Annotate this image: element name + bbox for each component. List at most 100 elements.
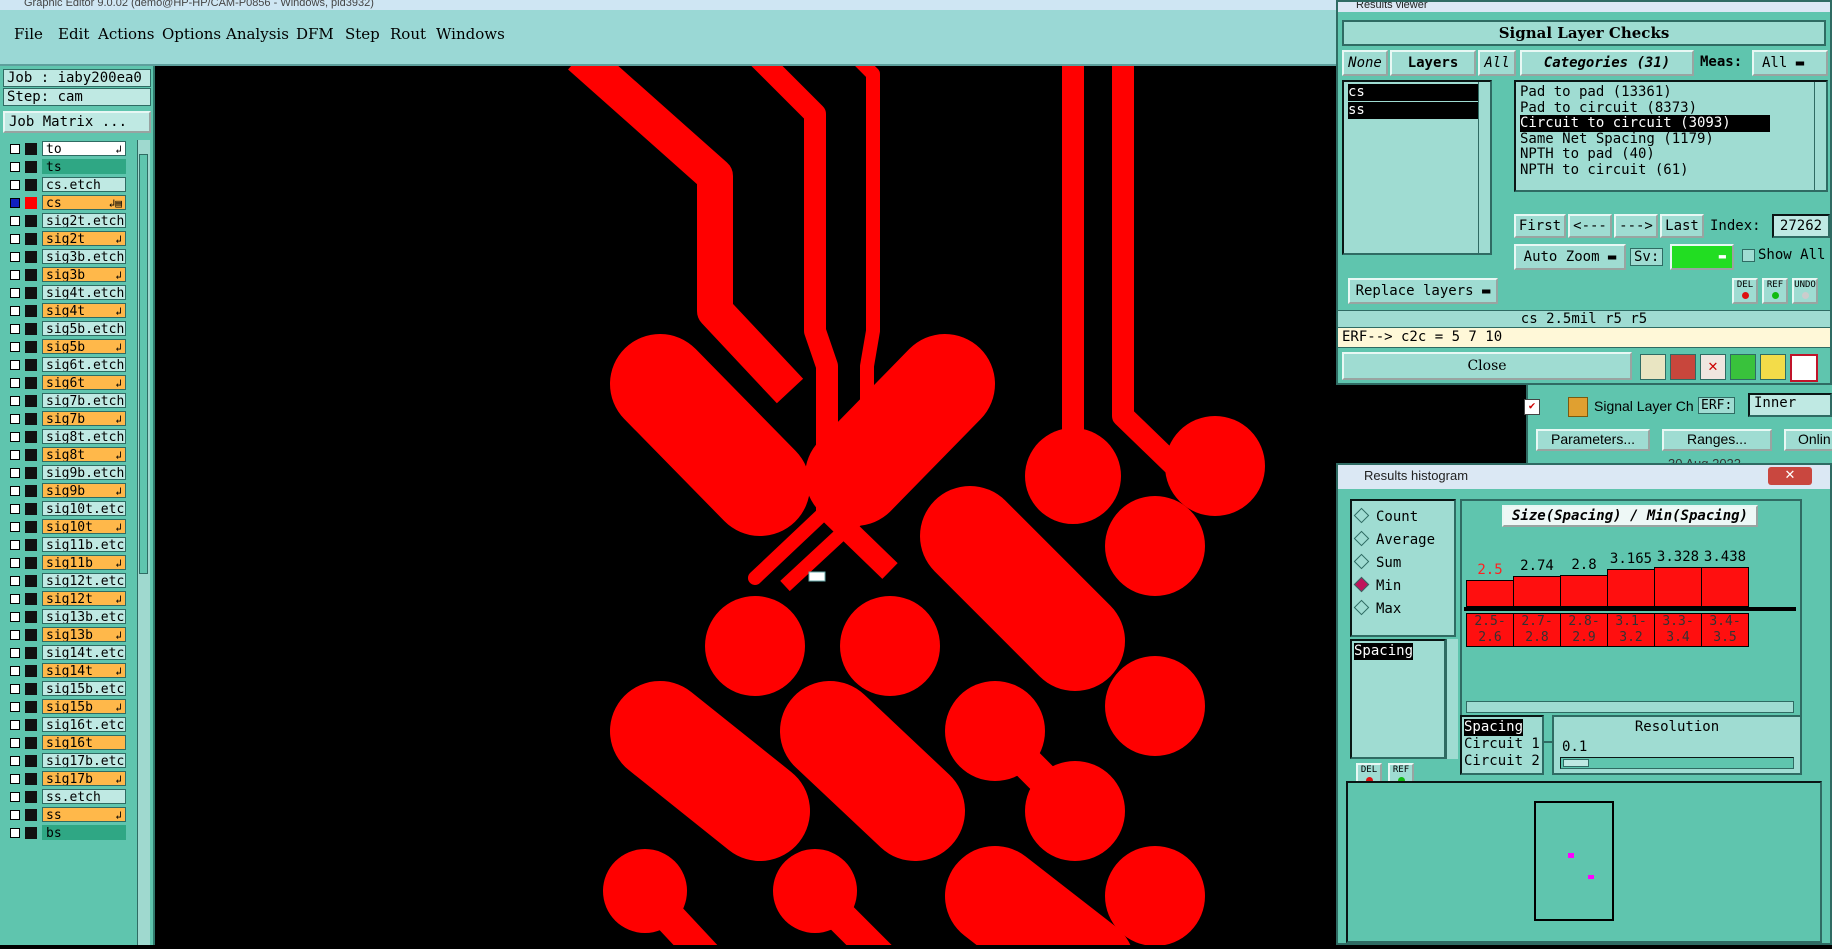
erf-input[interactable]: Inner (1748, 393, 1832, 417)
show-all-checkbox[interactable] (1742, 249, 1755, 262)
layer-name[interactable]: sig9b.etch (42, 465, 126, 480)
layer-name[interactable]: to ↲ (42, 141, 126, 156)
layer-checkbox[interactable] (10, 630, 20, 640)
layer-name[interactable]: sig6t.etch (42, 357, 126, 372)
layer-color-swatch[interactable] (25, 485, 37, 497)
layer-row-cs-etch[interactable]: cs.etch (4, 176, 130, 194)
sort-field-spacing[interactable]: Spacing (1464, 719, 1524, 736)
layer-result-list[interactable]: cs ss (1342, 80, 1492, 255)
layer-row-sig10t-etch[interactable]: sig10t.etch (4, 500, 130, 518)
layer-checkbox[interactable] (10, 306, 20, 316)
layer-name[interactable]: sig7b.etch (42, 393, 126, 408)
close-icon[interactable]: ✕ (1768, 467, 1812, 485)
layer-row-sig14t-etch[interactable]: sig14t.etch (4, 644, 130, 662)
layer-color-swatch[interactable] (25, 287, 37, 299)
replace-layers-dropdown[interactable]: Replace layers ▬ (1348, 278, 1498, 304)
last-button[interactable]: Last (1660, 214, 1704, 238)
layer-color-swatch[interactable] (25, 611, 37, 623)
layer-name[interactable]: sig14t ↲ (42, 663, 126, 678)
layer-checkbox[interactable] (10, 360, 20, 370)
layer-name[interactable]: ss.etch (42, 789, 126, 804)
layer-name[interactable]: sig12t.etch (42, 573, 126, 588)
category-item[interactable]: Pad to circuit (8373) (1520, 100, 1770, 117)
layer-name[interactable]: sig12t ↲ (42, 591, 126, 606)
layer-checkbox[interactable] (10, 342, 20, 352)
layer-color-swatch[interactable] (25, 521, 37, 533)
layer-row-sig7b-etch[interactable]: sig7b.etch (4, 392, 130, 410)
category-scrollbar[interactable] (1814, 82, 1826, 190)
layer-name[interactable]: sig10t.etch (42, 501, 126, 516)
violation-marker[interactable] (808, 571, 826, 582)
histogram-bar[interactable] (1701, 567, 1749, 607)
layer-color-swatch[interactable] (25, 593, 37, 605)
meas-dropdown[interactable]: All ▬ (1752, 50, 1828, 76)
ref-button[interactable]: REF (1762, 278, 1788, 304)
layer-name[interactable]: sig16t (42, 735, 126, 750)
layer-color-swatch[interactable] (25, 773, 37, 785)
layer-color-swatch[interactable] (25, 575, 37, 587)
layer-color-swatch[interactable] (25, 305, 37, 317)
layer-color-swatch[interactable] (25, 251, 37, 263)
parameters-button[interactable]: Parameters... (1536, 429, 1650, 451)
layer-checkbox[interactable] (10, 234, 20, 244)
layer-name[interactable]: ss ↲ (42, 807, 126, 822)
online-button[interactable]: Onlin (1784, 429, 1832, 451)
layer-color-swatch[interactable] (25, 755, 37, 767)
layer-checkbox[interactable] (10, 396, 20, 406)
category-item[interactable]: NPTH to circuit (61) (1520, 162, 1770, 179)
layer-color-swatch[interactable] (25, 737, 37, 749)
layer-row-cs[interactable]: cs ↲▤ (4, 194, 130, 212)
slider-thumb[interactable] (1563, 759, 1589, 767)
prev-button[interactable]: <--- (1568, 214, 1612, 238)
layer-checkbox[interactable] (10, 810, 20, 820)
layer-color-swatch[interactable] (25, 323, 37, 335)
histogram-bar[interactable] (1466, 579, 1514, 607)
first-button[interactable]: First (1514, 214, 1566, 238)
layer-row-bs[interactable]: bs (4, 824, 130, 842)
layer-checkbox[interactable] (10, 162, 20, 172)
attribute-scrollbar[interactable] (1446, 639, 1458, 759)
layer-checkbox[interactable] (10, 576, 20, 586)
histogram-bar[interactable] (1513, 575, 1561, 607)
sv-color-dropdown[interactable]: ▬ (1670, 244, 1734, 270)
layer-row-sig17b[interactable]: sig17b ↲ (4, 770, 130, 788)
layer-row-sig4t[interactable]: sig4t ↲ (4, 302, 130, 320)
layer-checkbox[interactable] (10, 666, 20, 676)
layer-name[interactable]: sig15b ↲ (42, 699, 126, 714)
layer-color-swatch[interactable] (25, 701, 37, 713)
layer-color-swatch[interactable] (25, 809, 37, 821)
layer-checkbox[interactable] (10, 774, 20, 784)
layer-row-sig13b[interactable]: sig13b ↲ (4, 626, 130, 644)
layer-color-swatch[interactable] (25, 431, 37, 443)
layer-name[interactable]: sig13b ↲ (42, 627, 126, 642)
layer-color-swatch[interactable] (25, 143, 37, 155)
layer-color-swatch[interactable] (25, 503, 37, 515)
layer-checkbox[interactable] (10, 324, 20, 334)
layer-checkbox[interactable] (10, 648, 20, 658)
layer-color-swatch[interactable] (25, 161, 37, 173)
layer-checkbox[interactable] (10, 828, 20, 838)
layer-row-sig6t[interactable]: sig6t ↲ (4, 374, 130, 392)
layer-row-sig15b[interactable]: sig15b ↲ (4, 698, 130, 716)
layer-name[interactable]: sig4t ↲ (42, 303, 126, 318)
layer-row-sig8t[interactable]: sig8t ↲ (4, 446, 130, 464)
all-layers-button[interactable]: All (1478, 50, 1516, 76)
layer-checkbox[interactable] (10, 288, 20, 298)
layer-row-sig12t-etch[interactable]: sig12t.etch (4, 572, 130, 590)
layer-name[interactable]: sig17b.etch (42, 753, 126, 768)
sort-field-circuit2[interactable]: Circuit 2 (1464, 753, 1540, 770)
mode-radio-average[interactable]: Average (1353, 530, 1435, 548)
layer-checkbox[interactable] (10, 252, 20, 262)
layer-name[interactable]: sig2t.etch (42, 213, 126, 228)
layer-checkbox[interactable] (10, 558, 20, 568)
mode-radio-max[interactable]: Max (1353, 599, 1401, 617)
category-item[interactable]: Same Net Spacing (1179) (1520, 131, 1770, 148)
layers-button[interactable]: Layers (1390, 50, 1476, 76)
layer-checkbox[interactable] (10, 216, 20, 226)
menu-actions[interactable]: Actions (98, 25, 154, 43)
layer-color-swatch[interactable] (25, 359, 37, 371)
layer-row-sig2t[interactable]: sig2t ↲ (4, 230, 130, 248)
layer-row-sig9b[interactable]: sig9b ↲ (4, 482, 130, 500)
layer-row-sig9b-etch[interactable]: sig9b.etch (4, 464, 130, 482)
layer-color-swatch[interactable] (25, 719, 37, 731)
